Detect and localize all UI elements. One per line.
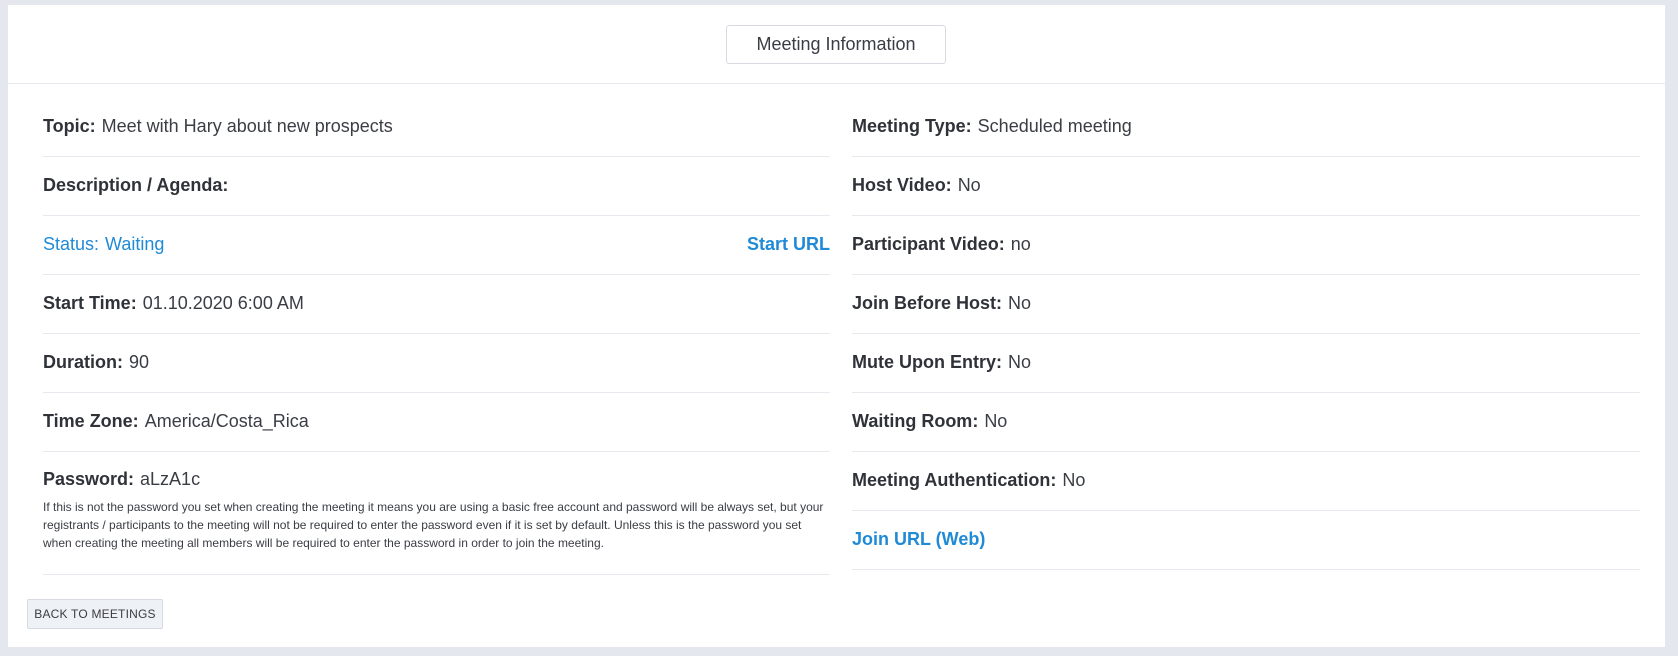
status-label: Status: xyxy=(43,233,100,254)
time-zone-value: America/Costa_Rica xyxy=(144,410,309,431)
host-video-label: Host Video: xyxy=(852,174,952,195)
time-zone-label: Time Zone: xyxy=(43,410,139,431)
duration-value: 90 xyxy=(129,351,150,372)
password-note: If this is not the password you set when… xyxy=(43,500,824,550)
waiting-room-label: Waiting Room: xyxy=(852,410,979,431)
start-time-row: Start Time: 01.10.2020 6:00 AM xyxy=(43,275,830,334)
meeting-type-row: Meeting Type: Scheduled meeting xyxy=(852,98,1640,157)
duration-label: Duration: xyxy=(43,351,123,372)
right-column: Meeting Type: Scheduled meeting Host Vid… xyxy=(852,98,1640,570)
meeting-type-value: Scheduled meeting xyxy=(977,115,1132,136)
mute-upon-entry-label: Mute Upon Entry: xyxy=(852,351,1002,372)
password-row: Password: aLzA1c If this is not the pass… xyxy=(43,452,830,575)
description-label: Description / Agenda: xyxy=(43,174,229,195)
description-row: Description / Agenda: xyxy=(43,157,830,216)
time-zone-row: Time Zone: America/Costa_Rica xyxy=(43,393,830,452)
meeting-info-card: Meeting Information Topic: Meet with Har… xyxy=(8,5,1665,647)
join-before-host-label: Join Before Host: xyxy=(852,292,1003,313)
mute-upon-entry-row: Mute Upon Entry: No xyxy=(852,334,1640,393)
back-to-meetings-button[interactable]: BACK TO MEETINGS xyxy=(27,599,163,629)
meeting-authentication-label: Meeting Authentication: xyxy=(852,469,1057,490)
left-column: Topic: Meet with Hary about new prospect… xyxy=(43,98,830,575)
join-url-link[interactable]: Join URL (Web) xyxy=(852,529,985,550)
start-time-value: 01.10.2020 6:00 AM xyxy=(142,292,304,313)
status-row: Status: Waiting Start URL xyxy=(43,216,830,275)
duration-row: Duration: 90 xyxy=(43,334,830,393)
meeting-authentication-row: Meeting Authentication: No xyxy=(852,452,1640,511)
join-url-row: Join URL (Web) xyxy=(852,511,1640,570)
waiting-room-row: Waiting Room: No xyxy=(852,393,1640,452)
host-video-value: No xyxy=(957,174,981,195)
card-header: Meeting Information xyxy=(8,5,1665,84)
join-before-host-value: No xyxy=(1008,292,1032,313)
password-label: Password: xyxy=(43,469,135,489)
mute-upon-entry-value: No xyxy=(1008,351,1032,372)
start-time-label: Start Time: xyxy=(43,292,137,313)
participant-video-label: Participant Video: xyxy=(852,233,1005,254)
topic-row: Topic: Meet with Hary about new prospect… xyxy=(43,98,830,157)
page-title: Meeting Information xyxy=(726,25,946,64)
waiting-room-value: No xyxy=(984,410,1008,431)
meeting-authentication-value: No xyxy=(1062,469,1086,490)
join-before-host-row: Join Before Host: No xyxy=(852,275,1640,334)
meeting-type-label: Meeting Type: xyxy=(852,115,972,136)
topic-value: Meet with Hary about new prospects xyxy=(101,115,393,136)
status-value: Waiting xyxy=(105,233,165,254)
participant-video-row: Participant Video: no xyxy=(852,216,1640,275)
host-video-row: Host Video: No xyxy=(852,157,1640,216)
password-value: aLzA1c xyxy=(140,469,201,489)
participant-video-value: no xyxy=(1010,233,1031,254)
topic-label: Topic: xyxy=(43,115,96,136)
start-url-link[interactable]: Start URL xyxy=(747,234,830,255)
